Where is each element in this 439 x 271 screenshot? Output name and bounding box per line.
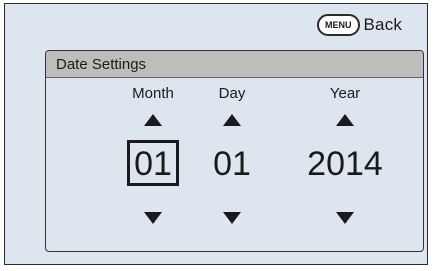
year-column: Year 2014 xyxy=(285,78,405,251)
menu-back-control[interactable]: MENU Back xyxy=(317,14,402,36)
month-decrement-icon[interactable] xyxy=(144,212,162,224)
year-increment-icon[interactable] xyxy=(336,114,354,126)
day-increment-icon[interactable] xyxy=(223,114,241,126)
day-label: Day xyxy=(218,85,246,102)
date-settings-screen: MENU Back Date Settings Month 01 Day 01 … xyxy=(4,3,428,265)
date-settings-panel: Date Settings Month 01 Day 01 Year 2014 xyxy=(45,50,424,252)
menu-button[interactable]: MENU xyxy=(317,14,360,36)
year-label: Year xyxy=(329,85,361,102)
day-decrement-icon[interactable] xyxy=(223,212,241,224)
year-decrement-icon[interactable] xyxy=(336,212,354,224)
back-label[interactable]: Back xyxy=(364,15,403,35)
year-value[interactable]: 2014 xyxy=(285,144,405,184)
month-increment-icon[interactable] xyxy=(144,114,162,126)
day-column: Day 01 xyxy=(172,78,292,251)
panel-title: Date Settings xyxy=(46,51,423,78)
day-value[interactable]: 01 xyxy=(172,144,292,184)
